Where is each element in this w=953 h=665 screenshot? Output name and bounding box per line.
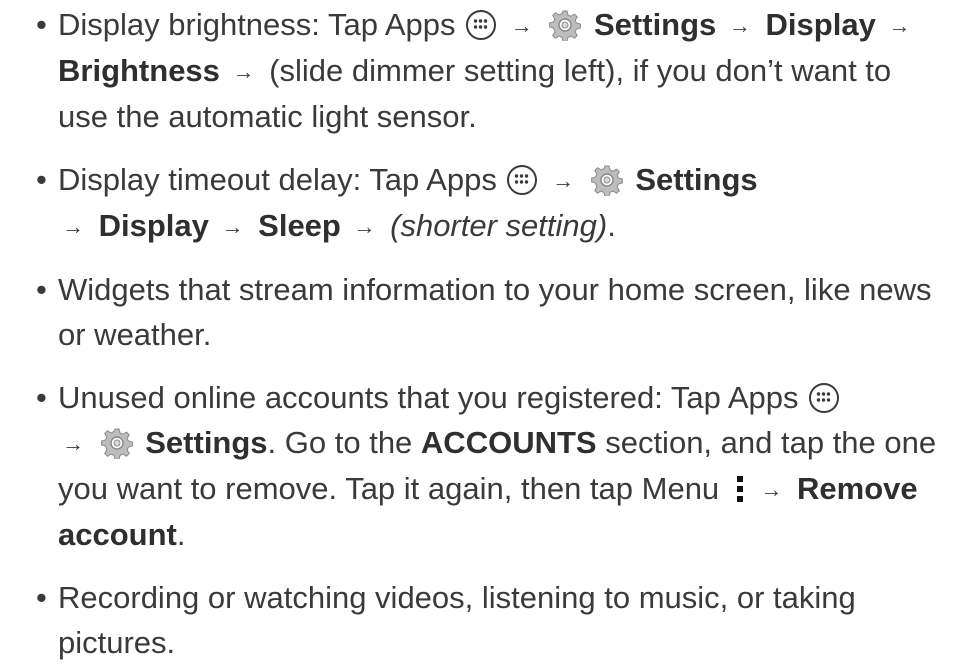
gear-icon	[100, 428, 133, 459]
settings-label: Settings	[635, 162, 758, 197]
arrow-icon: →	[888, 13, 911, 38]
brightness-prefix: Display brightness: Tap Apps	[58, 7, 456, 42]
apps-icon	[466, 10, 497, 40]
settings-label: Settings	[594, 7, 717, 42]
shorter-setting-text: (shorter setting)	[390, 208, 608, 243]
list-item-unused-accounts: Unused online accounts that you register…	[36, 375, 943, 557]
apps-icon	[507, 165, 538, 195]
accounts-prefix: Unused online accounts that you register…	[58, 380, 799, 415]
timeout-end: .	[607, 208, 616, 243]
sleep-label: Sleep	[258, 208, 341, 243]
timeout-prefix: Display timeout delay: Tap Apps	[58, 162, 497, 197]
widgets-text: Widgets that stream information to your …	[58, 272, 932, 352]
accounts-mid1: . Go to the	[267, 425, 421, 460]
gear-icon	[549, 10, 582, 41]
arrow-icon: →	[552, 168, 575, 193]
apps-icon	[809, 383, 840, 413]
settings-label: Settings	[145, 425, 268, 460]
arrow-icon: →	[232, 59, 255, 84]
arrow-icon: →	[510, 13, 533, 38]
battery-tips-list: Display brightness: Tap Apps → Settings …	[36, 2, 943, 665]
list-item-display-timeout: Display timeout delay: Tap Apps → Settin…	[36, 157, 943, 249]
document-page: Display brightness: Tap Apps → Settings …	[0, 0, 953, 660]
brightness-label: Brightness	[58, 53, 220, 88]
accounts-end: .	[176, 517, 186, 552]
menu-icon	[736, 476, 743, 502]
gear-icon	[590, 165, 623, 196]
display-label: Display	[98, 208, 209, 243]
display-label: Display	[765, 7, 876, 42]
arrow-icon: →	[353, 214, 376, 239]
media-text: Recording or watching videos, listening …	[58, 580, 856, 660]
list-item-widgets: Widgets that stream information to your …	[36, 267, 943, 357]
list-item-display-brightness: Display brightness: Tap Apps → Settings …	[36, 2, 943, 139]
arrow-icon: →	[728, 13, 751, 38]
arrow-icon: →	[62, 214, 84, 239]
arrow-icon: →	[221, 214, 244, 239]
arrow-icon: →	[62, 431, 84, 456]
accounts-section-label: ACCOUNTS	[420, 425, 597, 460]
arrow-icon: →	[760, 477, 783, 502]
